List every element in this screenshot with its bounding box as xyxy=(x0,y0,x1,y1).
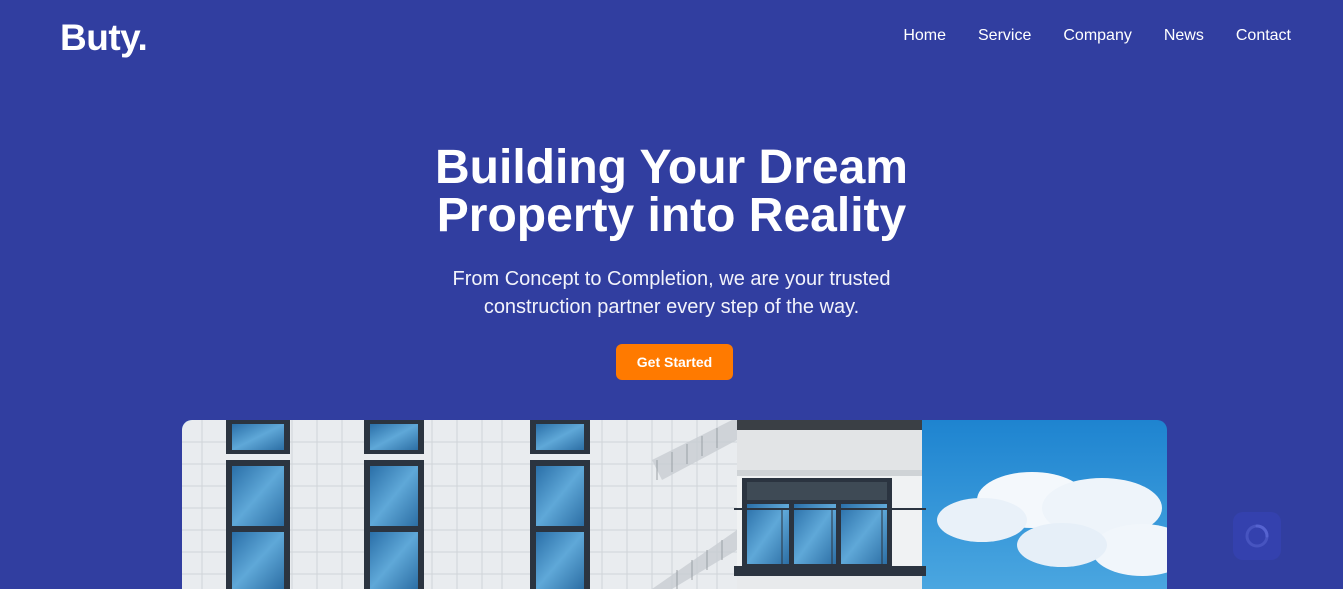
get-started-button[interactable]: Get Started xyxy=(616,344,733,380)
hero-title-line: Building Your Dream xyxy=(435,141,908,194)
spinner-icon xyxy=(1245,524,1269,548)
nav-contact[interactable]: Contact xyxy=(1236,26,1291,46)
nav-news[interactable]: News xyxy=(1164,26,1204,46)
hero-subtitle: From Concept to Completion, we are your … xyxy=(0,265,1343,321)
hero-title: Building Your Dream Property into Realit… xyxy=(0,144,1343,240)
nav-company[interactable]: Company xyxy=(1063,26,1131,46)
nav-service[interactable]: Service xyxy=(978,26,1031,46)
logo[interactable]: Buty. xyxy=(60,16,148,60)
hero-subtitle-line: From Concept to Completion, we are your … xyxy=(452,268,891,290)
nav-home[interactable]: Home xyxy=(903,26,946,46)
main-nav: Home Service Company News Contact xyxy=(903,26,1291,46)
hero-subtitle-line: construction partner every step of the w… xyxy=(483,296,860,318)
hero-title-line: Property into Reality xyxy=(436,189,907,242)
hero-building-image xyxy=(182,420,1167,589)
landing-page: Buty. Home Service Company News Contact … xyxy=(0,0,1343,589)
floating-widget[interactable] xyxy=(1233,512,1281,560)
